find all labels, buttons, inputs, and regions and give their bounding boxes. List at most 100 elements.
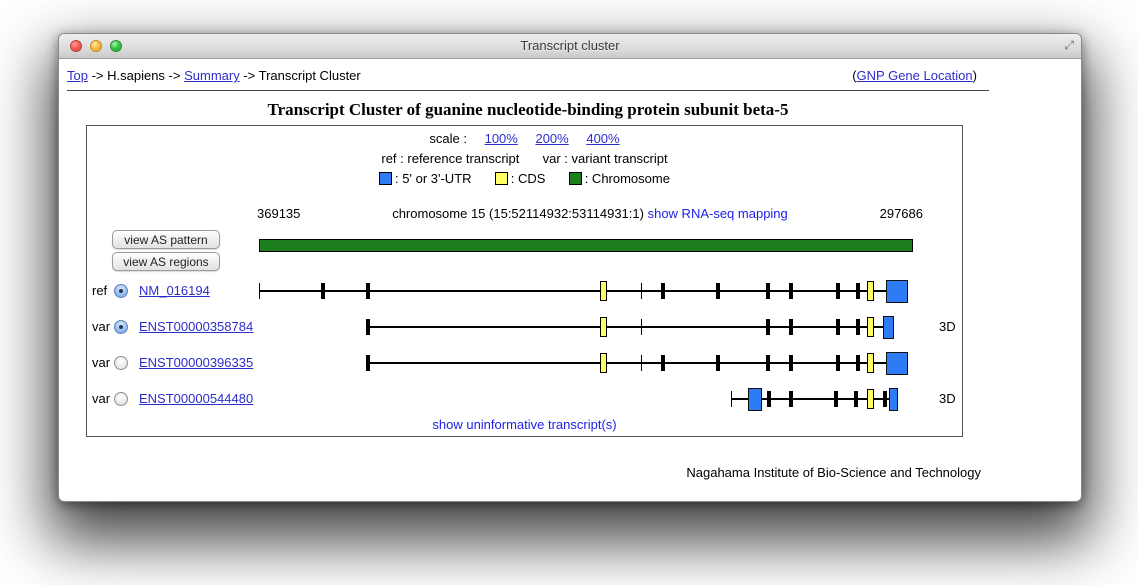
chromosome-legend-label: : Chromosome bbox=[585, 171, 670, 186]
transcript-structure-diagram bbox=[257, 313, 957, 341]
cds-exon bbox=[867, 281, 874, 301]
app-window: Transcript cluster ⤢ Top -> H.sapiens ->… bbox=[58, 33, 1082, 502]
cds-exon bbox=[600, 317, 607, 337]
gnp-gene-location: (GNP Gene Location) bbox=[852, 68, 977, 83]
paren-close: ) bbox=[973, 68, 977, 83]
exon-tick bbox=[836, 355, 840, 371]
exon-tick bbox=[661, 355, 665, 371]
exon-tick bbox=[836, 283, 840, 299]
page-title: Transcript Cluster of guanine nucleotide… bbox=[67, 100, 989, 120]
exon-tick bbox=[789, 355, 793, 371]
exon-tick bbox=[766, 283, 770, 299]
scale-200-link[interactable]: 200% bbox=[535, 131, 568, 146]
exon-tick bbox=[767, 391, 771, 407]
view-as-regions-button[interactable]: view AS regions bbox=[112, 252, 220, 271]
scale-400-link[interactable]: 400% bbox=[586, 131, 619, 146]
cds-exon bbox=[867, 317, 874, 337]
breadcrumb-separator: -> bbox=[88, 68, 107, 83]
utr-exon bbox=[889, 388, 898, 411]
utr-exon bbox=[886, 352, 908, 375]
exon-tick bbox=[836, 319, 840, 335]
cds-legend-swatch-icon bbox=[495, 172, 508, 185]
transcript-type-label: var bbox=[92, 385, 110, 413]
transcript-radio[interactable] bbox=[114, 356, 128, 370]
breadcrumb-row: Top -> H.sapiens -> Summary -> Transcrip… bbox=[67, 59, 989, 88]
exon-tick bbox=[789, 391, 793, 407]
page-content: Top -> H.sapiens -> Summary -> Transcrip… bbox=[67, 59, 989, 480]
chromosome-bar bbox=[259, 239, 913, 252]
exon-tick bbox=[716, 355, 720, 371]
transcript-id-link[interactable]: ENST00000358784 bbox=[139, 313, 253, 341]
transcript-type-label: var bbox=[92, 313, 110, 341]
rna-seq-mapping-link[interactable]: show RNA-seq mapping bbox=[648, 206, 788, 221]
transcript-structure-diagram bbox=[257, 277, 957, 305]
transcript-row: var ENST00000358784 3D bbox=[87, 313, 962, 341]
utr-legend-swatch-icon bbox=[379, 172, 392, 185]
boundary-tick bbox=[731, 391, 732, 407]
breadcrumb-separator: -> bbox=[240, 68, 259, 83]
breadcrumb-link-summary[interactable]: Summary bbox=[184, 68, 240, 83]
exon-tick bbox=[661, 283, 665, 299]
exon-tick bbox=[366, 355, 370, 371]
transcript-structure-diagram bbox=[257, 385, 957, 413]
view-as-pattern-button[interactable]: view AS pattern bbox=[112, 230, 220, 249]
transcript-id-link[interactable]: NM_016194 bbox=[139, 277, 210, 305]
gnp-gene-location-link[interactable]: GNP Gene Location bbox=[857, 68, 973, 83]
exon-tick bbox=[854, 391, 858, 407]
three-d-label: 3D bbox=[939, 313, 956, 341]
color-legend-row: : 5' or 3'-UTR : CDS : Chromosome bbox=[87, 169, 962, 189]
region-title: chromosome 15 (15:52114932:53114931:1) bbox=[392, 206, 644, 221]
scale-label: scale : bbox=[429, 131, 467, 146]
exon-tick bbox=[766, 319, 770, 335]
region-coordinates-row: 369135 chromosome 15 (15:52114932:531149… bbox=[257, 206, 957, 221]
breadcrumb-link-top[interactable]: Top bbox=[67, 68, 88, 83]
intron-line bbox=[368, 326, 890, 328]
cds-exon bbox=[600, 281, 607, 301]
var-legend-label: var : variant transcript bbox=[543, 151, 668, 166]
ref-var-legend-row: ref : reference transcript var : variant… bbox=[87, 149, 962, 169]
utr-exon bbox=[883, 316, 894, 339]
exon-tick bbox=[883, 391, 887, 407]
transcript-radio[interactable] bbox=[114, 320, 128, 334]
intron-line bbox=[259, 290, 904, 292]
boundary-tick bbox=[259, 283, 260, 299]
exon-tick bbox=[789, 319, 793, 335]
breadcrumb: Top -> H.sapiens -> Summary -> Transcrip… bbox=[67, 68, 361, 83]
window-resize-icon[interactable]: ⤢ bbox=[1064, 38, 1074, 53]
breadcrumb-divider bbox=[67, 90, 989, 91]
boundary-tick bbox=[641, 319, 642, 335]
cds-exon bbox=[600, 353, 607, 373]
bottom-link-row: show uninformative transcript(s) bbox=[87, 417, 962, 432]
exon-tick bbox=[766, 355, 770, 371]
transcript-radio[interactable] bbox=[114, 392, 128, 406]
boundary-tick bbox=[641, 283, 642, 299]
exon-tick bbox=[856, 319, 860, 335]
breadcrumb-item-current: Transcript Cluster bbox=[259, 68, 361, 83]
transcript-structure-diagram bbox=[257, 349, 957, 377]
transcript-row: varENST00000396335 bbox=[87, 349, 962, 377]
cds-exon bbox=[867, 389, 874, 409]
exon-tick bbox=[716, 283, 720, 299]
ref-legend-label: ref : reference transcript bbox=[381, 151, 519, 166]
title-bar[interactable]: Transcript cluster ⤢ bbox=[59, 34, 1081, 59]
scale-100-link[interactable]: 100% bbox=[485, 131, 518, 146]
exon-tick bbox=[366, 319, 370, 335]
transcript-id-link[interactable]: ENST00000396335 bbox=[139, 349, 253, 377]
cds-exon bbox=[867, 353, 874, 373]
transcript-type-label: ref bbox=[92, 277, 107, 305]
cds-legend-label: : CDS bbox=[511, 171, 546, 186]
three-d-label: 3D bbox=[939, 385, 956, 413]
transcript-id-link[interactable]: ENST00000544480 bbox=[139, 385, 253, 413]
utr-legend-label: : 5' or 3'-UTR bbox=[395, 171, 471, 186]
chromosome-legend-swatch-icon bbox=[569, 172, 582, 185]
show-uninformative-transcripts-link[interactable]: show uninformative transcript(s) bbox=[432, 417, 616, 432]
exon-tick bbox=[834, 391, 838, 407]
exon-tick bbox=[856, 283, 860, 299]
breadcrumb-separator: -> bbox=[165, 68, 184, 83]
transcript-cluster-panel: scale : 100% 200% 400% ref : reference t… bbox=[86, 125, 963, 437]
region-start-coordinate: 369135 bbox=[257, 206, 300, 221]
transcript-radio[interactable] bbox=[114, 284, 128, 298]
breadcrumb-item-species: H.sapiens bbox=[107, 68, 165, 83]
footer-credit: Nagahama Institute of Bio-Science and Te… bbox=[67, 465, 989, 480]
transcript-row: var ENST00000544480 3D bbox=[87, 385, 962, 413]
